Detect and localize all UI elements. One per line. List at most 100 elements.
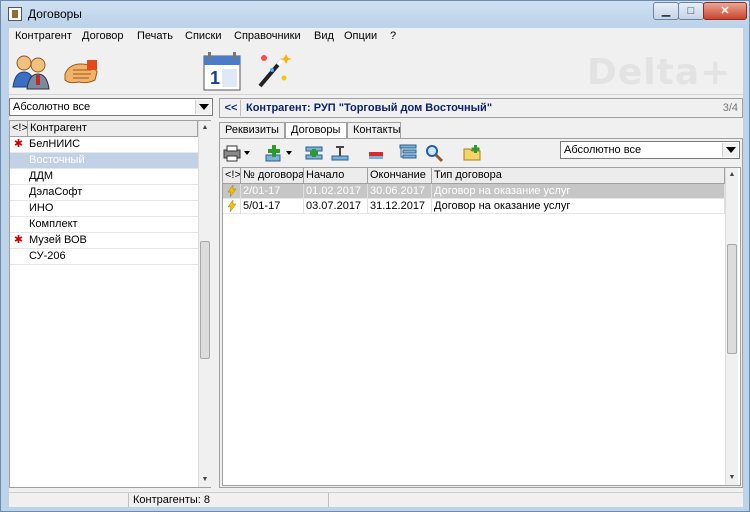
calendar-icon[interactable]: 1 (202, 50, 242, 92)
contract-row[interactable]: 5/01-17 03.07.2017 31.12.2017 Договор на… (223, 199, 725, 214)
flag-mark (10, 217, 27, 232)
contractor-name: ИНО (29, 202, 54, 214)
scroll-down-icon[interactable]: ▼ (200, 475, 210, 485)
contractor-title: Контрагент: РУП "Торговый дом Восточный" (246, 102, 493, 114)
flag-mark (10, 201, 27, 216)
col-end-header[interactable]: Окончание (368, 168, 432, 183)
main-toolbar: 1 Delta+ (9, 46, 743, 95)
scroll-thumb[interactable] (727, 244, 737, 354)
printer-dropdown-icon[interactable] (244, 151, 250, 155)
contractors-scrollbar[interactable]: ▲ ▼ (198, 121, 211, 487)
record-counter: 3/4 (722, 102, 738, 114)
contractor-row[interactable]: СУ-206 (10, 249, 198, 265)
menu-options[interactable]: Опции (344, 30, 377, 42)
scroll-up-icon[interactable]: ▲ (727, 170, 737, 180)
col-start-header[interactable]: Начало (304, 168, 368, 183)
col-mark-header[interactable]: <!> (223, 168, 241, 183)
add-row-icon[interactable] (304, 143, 324, 163)
contract-filter-select[interactable]: Абсолютно все (560, 141, 740, 159)
col-mark-header[interactable]: <!> (10, 121, 28, 136)
users-icon[interactable] (11, 51, 51, 91)
add-dropdown-icon[interactable] (286, 151, 292, 155)
contractors-pane: Абсолютно все <!> Контрагент ✱ БелНИИС В… (9, 98, 213, 488)
app-window: Договоры ▁ □ ✕ Контрагент Договор Печать… (0, 0, 750, 512)
search-icon[interactable] (424, 143, 444, 163)
tab-contracts[interactable]: Договоры (285, 122, 347, 138)
scroll-thumb[interactable] (200, 241, 210, 359)
contract-number: 2/01-17 (241, 184, 304, 199)
delete-icon[interactable] (366, 143, 386, 163)
printer-icon[interactable] (222, 143, 242, 163)
chevron-down-icon[interactable] (722, 143, 738, 157)
close-button[interactable]: ✕ (703, 2, 747, 20)
contractor-row[interactable]: ДэлаСофт (10, 185, 198, 201)
contract-type: Договор на оказание услуг (432, 184, 725, 199)
row-mark-cell (223, 199, 241, 214)
col-contractor-header[interactable]: Контрагент (28, 121, 198, 136)
lightning-icon (227, 200, 237, 212)
edit-row-icon[interactable] (330, 143, 350, 163)
status-empty-segment (329, 493, 743, 507)
app-icon (8, 7, 22, 21)
contractor-row-selected[interactable]: Восточный (10, 153, 198, 169)
contractor-name: Восточный (29, 154, 85, 166)
menu-bar: Контрагент Договор Печать Списки Справоч… (9, 28, 743, 46)
contract-end: 31.12.2017 (368, 199, 432, 214)
menu-kontragent[interactable]: Контрагент (15, 30, 72, 42)
contractor-filter-select[interactable]: Абсолютно все (9, 98, 213, 116)
magic-wand-icon[interactable] (252, 50, 292, 92)
contractors-grid: <!> Контрагент ✱ БелНИИС Восточный ДДМ Д… (9, 120, 211, 488)
contractor-row[interactable]: ✱ БелНИИС (10, 137, 198, 153)
contractor-name: ДДМ (29, 170, 54, 182)
contractor-name: БелНИИС (29, 138, 81, 150)
add-green-icon[interactable] (264, 143, 284, 163)
flag-mark (10, 249, 27, 264)
contracts-scrollbar[interactable]: ▲ ▼ (725, 168, 738, 485)
client-area: Контрагент Договор Печать Списки Справоч… (9, 28, 743, 507)
flag-mark: ✱ (13, 138, 24, 150)
menu-lists[interactable]: Списки (185, 30, 222, 42)
contractor-row[interactable]: ✱ Музей ВОВ (10, 233, 198, 249)
flag-mark (10, 153, 27, 168)
contract-end: 30.06.2017 (368, 184, 432, 199)
contractor-row[interactable]: ДДМ (10, 169, 198, 185)
col-number-header[interactable]: № договора (241, 168, 304, 183)
contractor-row[interactable]: Комплект (10, 217, 198, 233)
menu-view[interactable]: Вид (314, 30, 334, 42)
back-button[interactable]: << (222, 100, 241, 116)
menu-references[interactable]: Справочники (234, 30, 301, 42)
delta-logo: Delta+ (587, 52, 732, 93)
window-title: Договоры (28, 7, 82, 21)
flag-mark: ✱ (13, 234, 24, 246)
menu-help[interactable]: ? (390, 30, 396, 42)
new-folder-icon[interactable] (462, 143, 482, 163)
contractor-header-bar: << Контрагент: РУП "Торговый дом Восточн… (219, 98, 743, 118)
scroll-up-icon[interactable]: ▲ (200, 123, 210, 133)
menu-dogovor[interactable]: Договор (82, 30, 124, 42)
contracts-tab-page: Абсолютно все <!> № договора Начало Окон… (219, 138, 743, 488)
tree-list-icon[interactable] (398, 143, 418, 163)
grid-header: <!> № договора Начало Окончание Тип дого… (223, 168, 725, 184)
scroll-down-icon[interactable]: ▼ (727, 473, 737, 483)
minimize-button[interactable]: ▁ (653, 2, 679, 20)
tab-requisites[interactable]: Реквизиты (219, 122, 285, 138)
contract-filter-value: Абсолютно все (564, 144, 642, 156)
svg-text:1: 1 (210, 68, 220, 88)
contracts-grid: <!> № договора Начало Окончание Тип дого… (222, 167, 741, 486)
maximize-button[interactable]: □ (678, 2, 704, 20)
chevron-down-icon[interactable] (195, 100, 211, 114)
contract-row-selected[interactable]: 2/01-17 01.02.2017 30.06.2017 Договор на… (223, 184, 725, 199)
contractor-name: Комплект (29, 218, 78, 230)
contractor-row[interactable]: ИНО (10, 201, 198, 217)
flag-mark (10, 185, 27, 200)
status-empty-segment (9, 493, 129, 507)
grid-header: <!> Контрагент (10, 121, 198, 137)
col-type-header[interactable]: Тип договора (432, 168, 725, 183)
tab-contacts[interactable]: Контакты (347, 122, 401, 138)
handshake-icon[interactable] (61, 54, 101, 90)
menu-print[interactable]: Печать (137, 30, 173, 42)
status-count: Контрагенты: 8 (129, 493, 329, 507)
details-pane: << Контрагент: РУП "Торговый дом Восточн… (219, 98, 743, 488)
contract-type: Договор на оказание услуг (432, 199, 725, 214)
contract-start: 03.07.2017 (304, 199, 368, 214)
